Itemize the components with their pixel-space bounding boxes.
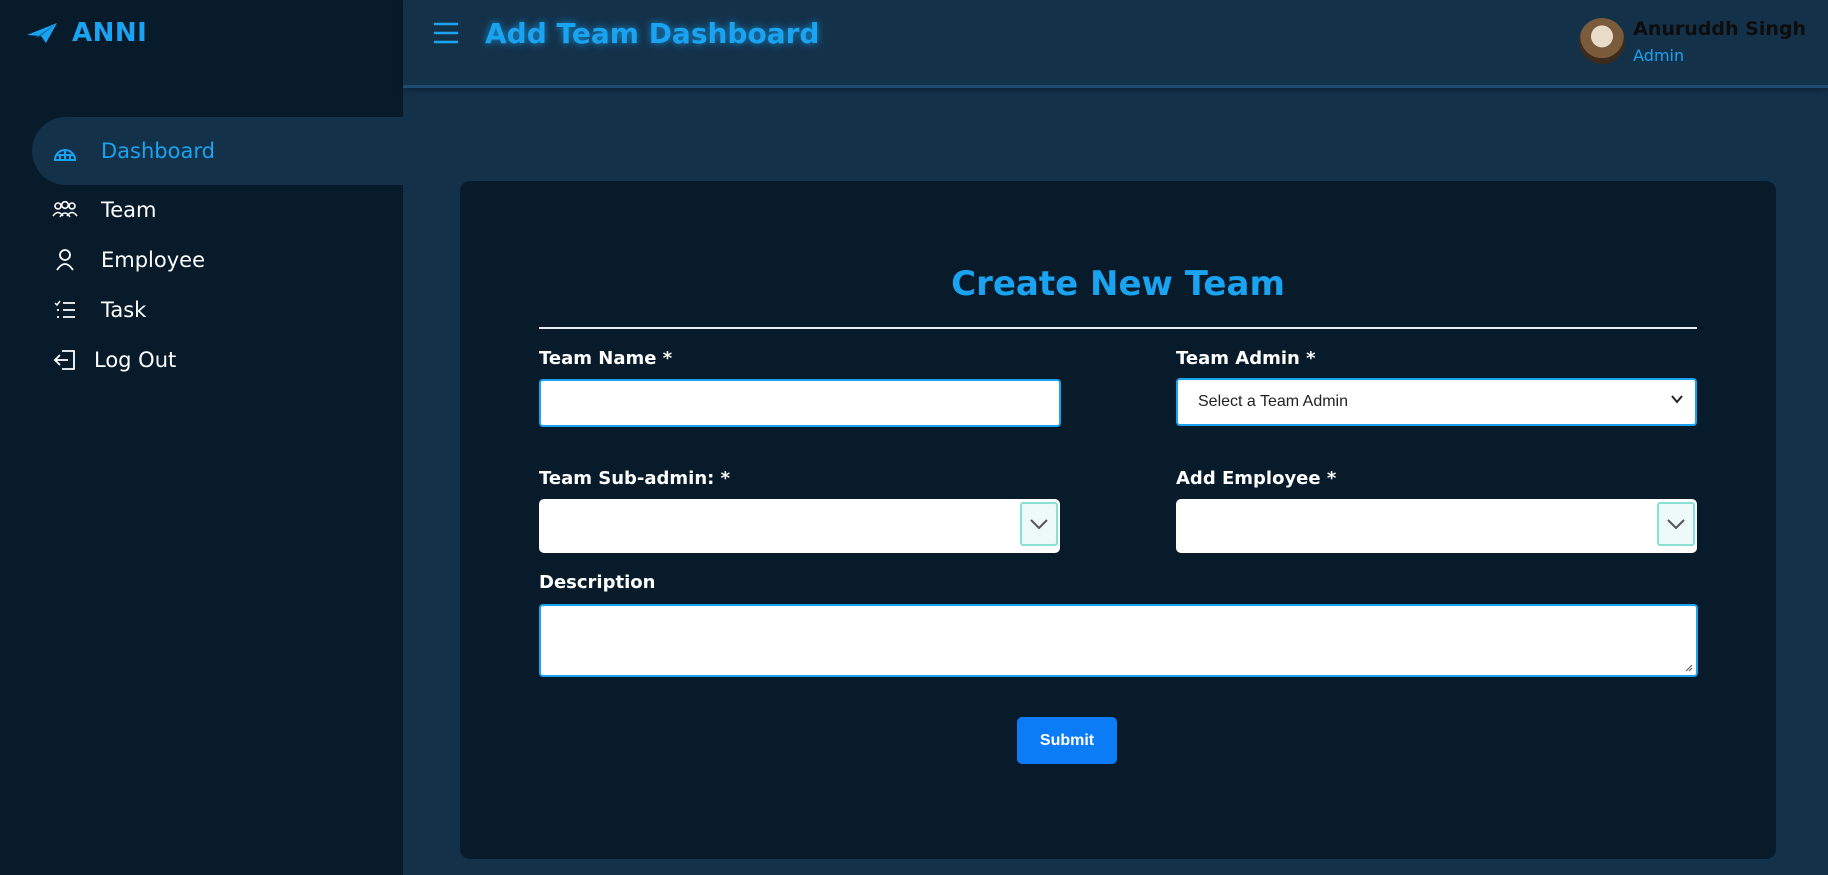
logout-icon	[52, 347, 78, 373]
paper-plane-icon	[27, 23, 57, 43]
sidebar-item-logout[interactable]: Log Out	[0, 335, 403, 385]
add-employee-multiselect[interactable]	[1176, 499, 1697, 553]
top-header: Add Team Dashboard Anuruddh Singh Admin	[403, 0, 1828, 88]
sidebar-item-task[interactable]: Task	[0, 285, 403, 335]
sidebar-item-label: Employee	[101, 248, 206, 272]
team-subadmin-label: Team Sub-admin: *	[539, 468, 731, 489]
resize-grip-icon[interactable]	[1683, 662, 1693, 672]
sidebar-item-team[interactable]: Team	[0, 185, 403, 235]
sidebar-item-label: Log Out	[94, 348, 177, 372]
page-title: Add Team Dashboard	[485, 17, 820, 50]
submit-button[interactable]: Submit	[1017, 717, 1117, 764]
team-name-label: Team Name *	[539, 348, 673, 369]
avatar[interactable]	[1579, 18, 1626, 64]
brand-name: ANNI	[72, 18, 148, 48]
task-list-icon	[52, 297, 78, 323]
form-title: Create New Team	[951, 264, 1285, 304]
sidebar-item-label: Task	[101, 298, 147, 322]
user-profile[interactable]: Anuruddh Singh Admin	[1579, 16, 1806, 65]
sidebar-item-label: Dashboard	[101, 139, 215, 163]
sidebar-item-dashboard[interactable]: Dashboard	[32, 117, 403, 185]
sidebar-item-employee[interactable]: Employee	[0, 235, 403, 285]
sidebar-item-label: Team	[101, 198, 157, 222]
team-subadmin-dropdown-toggle[interactable]	[1020, 502, 1058, 546]
brand[interactable]: ANNI	[26, 18, 147, 48]
team-subadmin-multiselect[interactable]	[539, 499, 1060, 553]
dashboard-icon	[52, 138, 78, 164]
team-admin-selected: Select a Team Admin	[1198, 393, 1349, 410]
team-name-input[interactable]	[539, 379, 1061, 427]
chevron-down-icon	[1667, 519, 1685, 529]
chevron-down-icon	[1671, 395, 1683, 404]
title-divider	[539, 327, 1697, 329]
team-admin-select[interactable]: Select a Team Admin	[1176, 378, 1697, 426]
user-icon	[52, 247, 78, 273]
user-name: Anuruddh Singh	[1633, 18, 1806, 40]
create-team-card: Create New Team Team Name * Team Admin *…	[460, 181, 1776, 859]
hamburger-menu-icon[interactable]	[433, 22, 459, 44]
team-admin-label: Team Admin *	[1176, 348, 1316, 369]
add-employee-label: Add Employee *	[1176, 468, 1337, 489]
chevron-down-icon	[1030, 519, 1048, 529]
add-employee-dropdown-toggle[interactable]	[1657, 502, 1695, 546]
user-role: Admin	[1633, 46, 1685, 65]
description-label: Description	[539, 572, 656, 593]
sidebar-nav: Dashboard Team Employee Task Log Out	[0, 117, 403, 385]
sidebar: ANNI Dashboard Team Employee Task Log Ou…	[0, 0, 403, 875]
team-icon	[52, 197, 78, 223]
description-textarea[interactable]	[539, 604, 1698, 677]
